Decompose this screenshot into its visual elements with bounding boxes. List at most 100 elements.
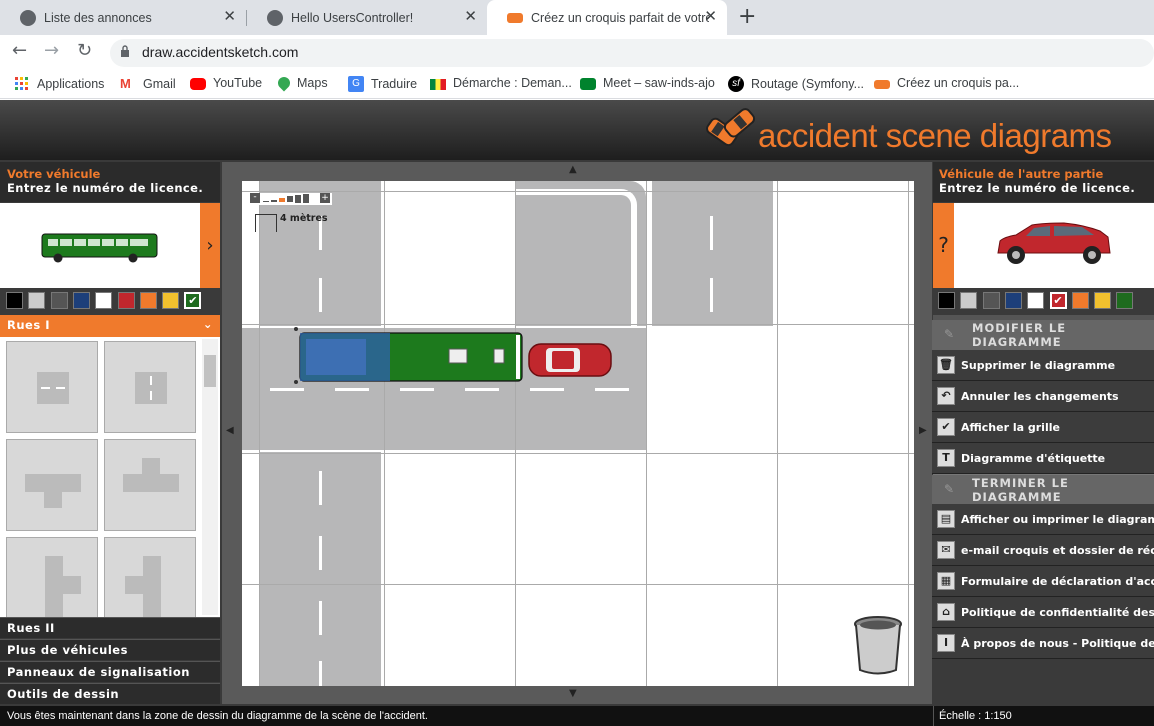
color-swatch[interactable] bbox=[1094, 292, 1112, 309]
bookmark-meet[interactable]: Meet – saw-inds-ajo bbox=[580, 76, 715, 90]
color-swatch[interactable] bbox=[117, 292, 135, 309]
color-swatch[interactable] bbox=[960, 292, 978, 309]
red-suv-icon bbox=[997, 222, 1111, 264]
color-swatch[interactable] bbox=[1004, 292, 1022, 309]
color-swatch[interactable]: ✔ bbox=[184, 292, 202, 309]
pan-down-icon[interactable]: ▼ bbox=[569, 688, 577, 699]
scale-bar bbox=[255, 214, 277, 232]
bookmark-symfony[interactable]: sf Routage (Symfony... bbox=[728, 76, 864, 92]
bookmark-demarche[interactable]: Démarche : Deman... bbox=[430, 76, 572, 90]
pencil-icon: ✎ bbox=[944, 327, 956, 341]
crash-logo-icon bbox=[706, 108, 756, 147]
road-tile-t-right[interactable] bbox=[6, 537, 98, 629]
road-tile-horizontal[interactable] bbox=[6, 341, 98, 433]
color-swatch[interactable]: ✔ bbox=[1049, 292, 1067, 309]
car-crash-icon bbox=[507, 12, 523, 23]
next-vehicle-button[interactable]: › bbox=[200, 203, 220, 288]
section-finish-diagram: ✎ TERMINER LE DIAGRAMME bbox=[932, 475, 1154, 505]
color-swatch[interactable] bbox=[6, 292, 23, 309]
category-rues-ii[interactable]: Rues II bbox=[0, 617, 220, 638]
car-crash-icon bbox=[874, 80, 890, 89]
logo-text: accident scene diagrams bbox=[758, 117, 1112, 154]
license-prompt[interactable]: Entrez le numéro de licence. bbox=[939, 181, 1135, 195]
globe-icon bbox=[20, 9, 36, 26]
close-icon[interactable]: ✕ bbox=[704, 9, 717, 25]
forward-icon[interactable]: → bbox=[44, 42, 59, 60]
pan-left-icon[interactable]: ◀ bbox=[226, 425, 234, 436]
globe-icon bbox=[267, 9, 283, 26]
privacy-policy-button[interactable]: ⌂ Politique de confidentialité des donnée… bbox=[932, 597, 1154, 628]
zoom-in-button[interactable]: + bbox=[320, 193, 330, 203]
other-vehicle-help-button[interactable]: ? bbox=[933, 203, 954, 288]
trash-icon[interactable] bbox=[852, 615, 904, 677]
close-icon[interactable]: ✕ bbox=[464, 9, 477, 25]
license-prompt[interactable]: Entrez le numéro de licence. bbox=[7, 181, 203, 195]
panel-title: Véhicule de l'autre partie bbox=[939, 167, 1104, 181]
color-swatch[interactable] bbox=[139, 292, 157, 309]
road-tile-t-up[interactable] bbox=[104, 439, 196, 531]
bookmark-label: Traduire bbox=[371, 77, 418, 91]
color-swatch[interactable] bbox=[162, 292, 180, 309]
drawing-canvas[interactable]: - + 4 mètres bbox=[242, 181, 914, 686]
color-swatch[interactable] bbox=[982, 292, 1000, 309]
about-us-button[interactable]: I À propos de nous - Politique de confide… bbox=[932, 628, 1154, 659]
zoom-out-button[interactable]: - bbox=[250, 193, 260, 203]
lock-icon bbox=[121, 45, 129, 57]
bookmark-traduire[interactable]: G Traduire bbox=[348, 76, 417, 92]
bookmark-croquis[interactable]: Créez un croquis pa... bbox=[874, 76, 1019, 90]
bookmark-applications[interactable]: Applications bbox=[14, 76, 104, 92]
reload-icon[interactable]: ↻ bbox=[77, 42, 92, 60]
road-tile-vertical[interactable] bbox=[104, 341, 196, 433]
menu-label: e-mail croquis et dossier de réclamation bbox=[961, 543, 1154, 557]
accident-form-button[interactable]: ▦ Formulaire de déclaration d'accident bbox=[932, 566, 1154, 597]
car-icon: ⌂ bbox=[937, 603, 955, 621]
bus-vehicle[interactable] bbox=[294, 327, 526, 387]
bookmark-maps[interactable]: Maps bbox=[275, 74, 328, 92]
tab-liste-annonces[interactable]: Liste des annonces ✕ bbox=[0, 0, 246, 35]
menu-label: Formulaire de déclaration d'accident bbox=[961, 574, 1154, 588]
red-car-vehicle[interactable] bbox=[528, 342, 614, 378]
category-rues-i[interactable]: Rues I ⌄ bbox=[0, 315, 220, 337]
tiles-scrollbar[interactable] bbox=[202, 339, 218, 615]
your-vehicle-title: Votre véhicule Entrez le numéro de licen… bbox=[7, 167, 203, 195]
translate-icon: G bbox=[348, 76, 364, 92]
pan-up-icon[interactable]: ▲ bbox=[569, 164, 577, 175]
new-tab-icon[interactable]: + bbox=[738, 4, 756, 29]
bookmark-youtube[interactable]: YouTube bbox=[190, 76, 262, 90]
menu-label: Politique de confidentialité des données bbox=[961, 605, 1154, 619]
info-icon: I bbox=[937, 634, 955, 652]
your-vehicle-preview[interactable] bbox=[0, 203, 200, 288]
show-grid-button[interactable]: ✔ Afficher la grille bbox=[932, 412, 1154, 443]
color-swatch[interactable] bbox=[50, 292, 68, 309]
scale-readout: Échelle : 1:150 bbox=[939, 710, 1012, 722]
tab-hello-users[interactable]: Hello UsersController! ✕ bbox=[247, 0, 487, 35]
url-text[interactable]: draw.accidentsketch.com bbox=[142, 44, 298, 60]
pan-right-icon[interactable]: ▶ bbox=[919, 425, 927, 436]
label-diagram-button[interactable]: T Diagramme d'étiquette bbox=[932, 443, 1154, 474]
checkbox-icon: ✔ bbox=[937, 418, 955, 436]
tab-bar: Liste des annonces ✕ Hello UsersControll… bbox=[0, 0, 1154, 35]
color-swatch[interactable] bbox=[1027, 292, 1045, 309]
undo-icon: ↶ bbox=[937, 387, 955, 405]
undo-changes-button[interactable]: ↶ Annuler les changements bbox=[932, 381, 1154, 412]
menu-label: Afficher ou imprimer le diagramme bbox=[961, 512, 1154, 526]
category-more-vehicles[interactable]: Plus de véhicules bbox=[0, 639, 220, 660]
road-tile-t-left[interactable] bbox=[104, 537, 196, 629]
color-swatch[interactable] bbox=[28, 292, 46, 309]
road-tile-t-down[interactable] bbox=[6, 439, 98, 531]
color-swatch[interactable] bbox=[938, 292, 955, 309]
category-road-signs[interactable]: Panneaux de signalisation bbox=[0, 661, 220, 682]
tab-croquis[interactable]: Créez un croquis parfait de votre ✕ bbox=[487, 0, 727, 35]
category-drawing-tools[interactable]: Outils de dessin bbox=[0, 683, 220, 704]
bookmark-gmail[interactable]: M Gmail bbox=[120, 76, 176, 92]
close-icon[interactable]: ✕ bbox=[223, 9, 236, 25]
color-swatch[interactable] bbox=[95, 292, 113, 309]
color-swatch[interactable] bbox=[72, 292, 90, 309]
delete-diagram-button[interactable]: 🗑 Supprimer le diagramme bbox=[932, 350, 1154, 381]
other-vehicle-preview[interactable] bbox=[954, 203, 1154, 288]
color-swatch[interactable] bbox=[1071, 292, 1089, 309]
color-swatch[interactable] bbox=[1116, 292, 1134, 309]
print-diagram-button[interactable]: ▤ Afficher ou imprimer le diagramme bbox=[932, 504, 1154, 535]
email-sketch-button[interactable]: ✉ e-mail croquis et dossier de réclamatio… bbox=[932, 535, 1154, 566]
back-icon[interactable]: ← bbox=[12, 42, 27, 60]
